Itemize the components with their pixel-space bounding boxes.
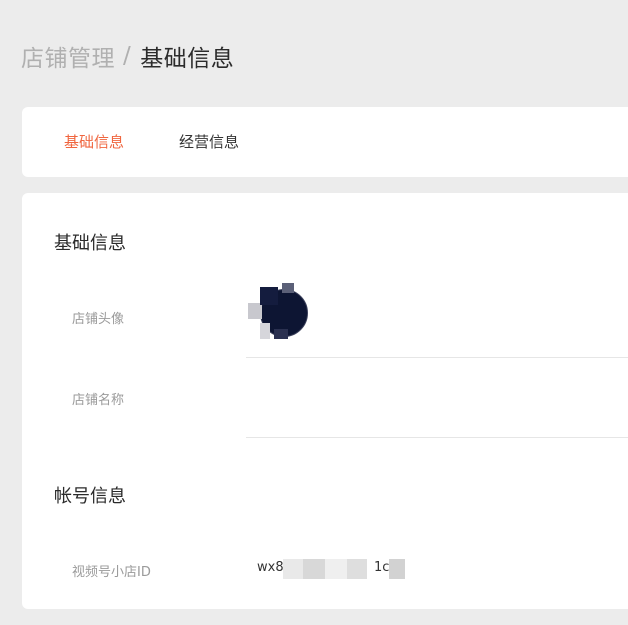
tab-basic-info[interactable]: 基础信息 [64,131,124,153]
shop-id-value: wx8 [257,560,284,575]
redaction-block [389,559,405,579]
shop-id-suffix: 1c [374,560,390,575]
section-title-basic: 基础信息 [54,233,126,254]
shop-id-prefix: wx8 [257,560,284,575]
page-title: 基础信息 [140,46,235,72]
breadcrumb-parent[interactable]: 店铺管理 [21,39,115,73]
breadcrumb-separator: / [123,43,132,69]
redaction-block [325,559,347,579]
shop-name-label: 店铺名称 [72,393,125,408]
tab-business-info[interactable]: 经营信息 [179,131,239,153]
row-divider [246,357,628,358]
shop-avatar-label: 店铺头像 [72,312,125,327]
section-title-account: 帐号信息 [54,486,126,507]
tab-bar: 基础信息 经营信息 [22,107,628,177]
avatar-mosaic-block [248,303,262,319]
shop-id-label: 视频号小店ID [72,565,151,580]
info-panel: 基础信息 店铺头像 店铺名称 帐号信息 视频号小店ID wx8 1c [22,193,628,609]
breadcrumb: 店铺管理 / 基础信息 [21,40,234,72]
avatar-mosaic-block [282,283,294,293]
avatar-mosaic-block [260,287,278,305]
avatar-mosaic-block [274,329,288,339]
row-divider [246,437,628,438]
redaction-block [347,559,367,579]
redaction-block [303,559,325,579]
shop-avatar[interactable] [248,281,310,345]
redaction-block [283,559,303,579]
avatar-mosaic-block [260,323,270,339]
